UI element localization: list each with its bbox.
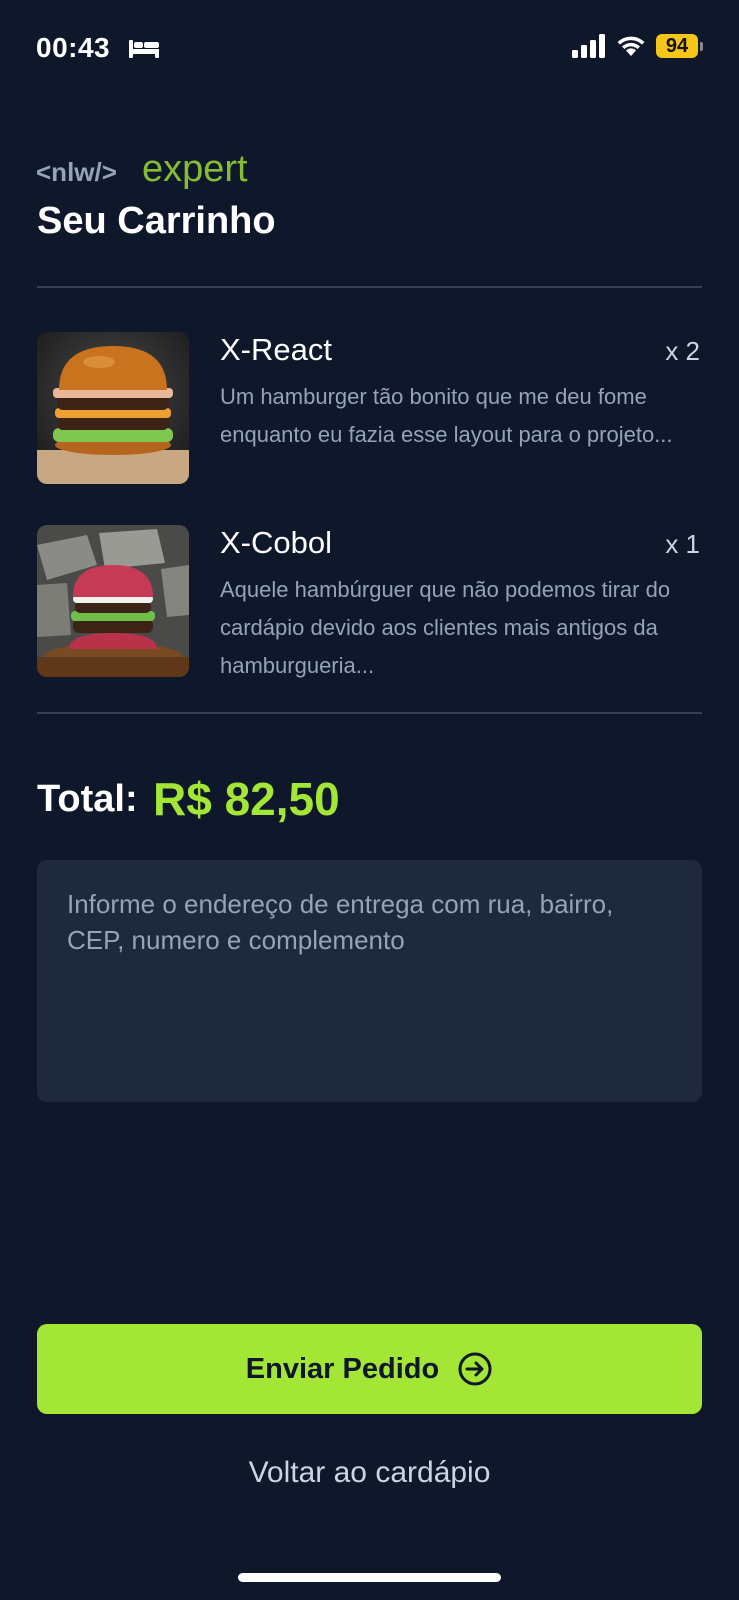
battery-icon: 94 xyxy=(656,34,703,58)
send-order-label: Enviar Pedido xyxy=(245,1352,440,1385)
logo-prefix: <nlw/> xyxy=(36,157,117,187)
status-bar: 00:43 94 xyxy=(36,28,703,68)
divider-top xyxy=(37,286,702,288)
item-quantity: x 1 xyxy=(665,529,700,559)
divider-bottom xyxy=(37,712,702,714)
total-value: R$ 82,50 xyxy=(153,773,340,825)
status-indicators: 94 xyxy=(572,34,703,58)
arrow-right-circle-icon xyxy=(458,1352,492,1386)
back-to-menu-link[interactable]: Voltar ao cardápio xyxy=(0,1456,739,1490)
item-name: X-Cobol xyxy=(220,525,332,560)
wifi-icon xyxy=(617,36,645,56)
logo-word: expert xyxy=(142,150,248,190)
item-name: X-React xyxy=(220,332,332,367)
cart-item: X-Cobol x 1 Aquele hambúrguer que não po… xyxy=(37,525,702,679)
burger-image xyxy=(37,332,189,484)
cart-screen: 00:43 94 <nlw/> expert Seu Carrinho X-Re… xyxy=(0,0,739,1600)
item-quantity: x 2 xyxy=(665,336,700,366)
battery-level: 94 xyxy=(656,34,698,58)
burger-image xyxy=(37,525,189,677)
item-description: Um hamburger tão bonito que me deu fome … xyxy=(220,384,673,447)
bed-icon xyxy=(129,40,159,58)
send-order-button[interactable]: Enviar Pedido xyxy=(37,1324,702,1414)
page-title: Seu Carrinho xyxy=(37,200,276,242)
total-label: Total: xyxy=(37,778,138,820)
status-time: 00:43 xyxy=(36,32,111,63)
home-indicator[interactable] xyxy=(238,1573,501,1582)
signal-icon xyxy=(572,34,605,58)
item-description: Aquele hambúrguer que não podemos tirar … xyxy=(220,577,671,678)
address-input[interactable] xyxy=(37,860,702,1102)
nlw-expert-logo: <nlw/> expert xyxy=(36,150,248,190)
cart-item: X-React x 2 Um hamburger tão bonito que … xyxy=(37,332,702,486)
battery-tip xyxy=(700,41,703,51)
